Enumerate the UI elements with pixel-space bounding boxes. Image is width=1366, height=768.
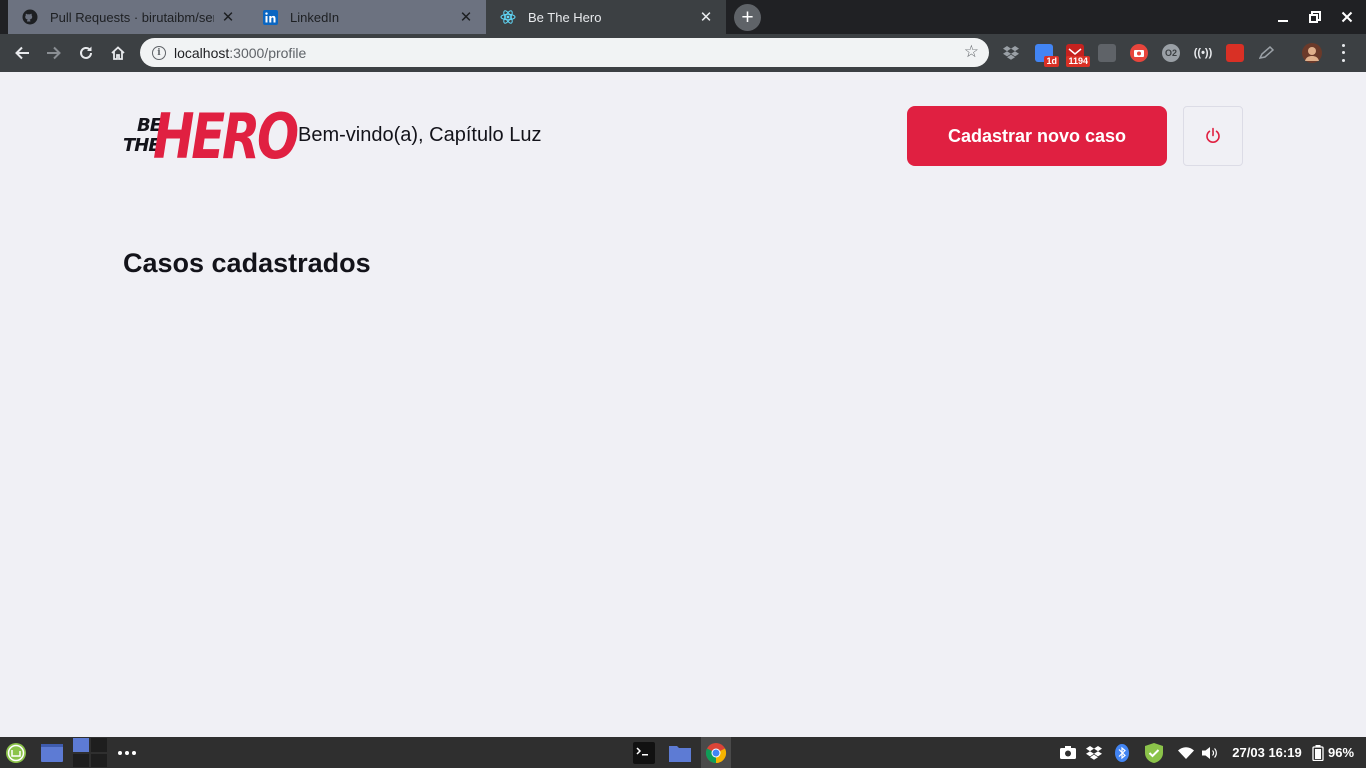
dropbox-tray[interactable] [1084,737,1104,768]
show-desktop-button[interactable] [40,737,64,768]
profile-page: BE THE HERO Bem-vindo(a), Capítulo Luz C… [0,72,1366,737]
app-launcher-button[interactable] [116,737,138,768]
back-arrow-icon [15,46,29,60]
calendar-icon[interactable]: 1d [1035,44,1059,67]
url-host: localhost [174,44,230,61]
tab-title: Pull Requests · birutaibm/sem [50,9,214,25]
o2-icon[interactable]: O2 [1162,44,1180,62]
workspace-switcher[interactable] [72,737,108,768]
close-icon[interactable]: ✕ [458,9,474,26]
screenshot-tray[interactable] [1058,737,1078,768]
ext-red-icon[interactable] [1226,44,1244,62]
workspace-grid-icon [73,738,107,767]
close-icon[interactable]: ✕ [220,9,236,26]
shield-check-icon [1145,742,1163,763]
files-app[interactable] [666,737,694,768]
more-apps-icon [118,750,136,755]
bluetooth-icon [1115,743,1129,762]
update-manager-tray[interactable] [1142,737,1166,768]
pencil-icon [1259,46,1275,59]
ext-pencil-icon[interactable] [1258,44,1276,62]
forward-button[interactable] [39,38,69,68]
ext-folder-icon[interactable] [1098,44,1116,62]
volume-tray[interactable] [1200,737,1220,768]
reload-button[interactable] [71,38,101,68]
tab-be-the-hero[interactable]: Be The Hero ✕ [486,0,726,34]
address-bar[interactable]: i localhost:3000/profile ☆ [140,38,989,67]
wifi-icon [1178,746,1194,759]
minimize-icon [1278,20,1288,22]
minimize-button[interactable] [1267,0,1299,34]
site-info-icon[interactable]: i [152,45,166,60]
reload-icon [80,46,92,59]
new-tab-button[interactable]: + [734,4,761,31]
volume-icon [1202,746,1217,759]
clock-text: 27/03 16:19 [1232,745,1302,760]
close-window-icon [1341,11,1353,23]
back-button[interactable] [7,38,37,68]
tab-title: LinkedIn [290,9,340,25]
tab-pull-requests[interactable]: Pull Requests · birutaibm/sem ✕ [8,0,248,34]
forward-arrow-icon [47,46,61,60]
page-title: Casos cadastrados [123,248,371,278]
browser-toolbar: i localhost:3000/profile ☆ 1d 1194 O2 ((… [0,34,1366,72]
close-window-button[interactable] [1331,0,1363,34]
bookmark-star-icon[interactable]: ☆ [964,42,979,62]
chrome-app[interactable] [701,737,731,768]
battery-tray[interactable]: 96% [1312,737,1364,768]
clock[interactable]: 27/03 16:19 [1226,737,1308,768]
restore-button[interactable] [1299,0,1331,34]
logo-hero: HERO [153,100,299,173]
calendar-badge: 1d [1044,56,1059,67]
battery-icon [1312,744,1324,761]
gmail-icon[interactable]: 1194 [1066,44,1090,67]
camera-icon [1060,746,1076,759]
desktop-icon [41,743,63,762]
home-button[interactable] [103,38,133,68]
dropbox-icon [1003,46,1019,60]
dropbox-icon[interactable] [1002,44,1020,62]
browser-menu-icon[interactable] [1336,42,1350,64]
desktop-taskbar: 27/03 16:19 96% [0,737,1366,768]
browser-tab-bar: Pull Requests · birutaibm/sem ✕ LinkedIn… [0,0,1366,34]
camera-icon [1134,50,1144,57]
broadcast-icon[interactable]: ((•)) [1194,44,1213,62]
terminal-icon [633,741,655,764]
url-path: :3000/profile [229,44,307,61]
wifi-tray[interactable] [1176,737,1196,768]
restore-icon [1309,11,1321,23]
o2-label: O2 [1164,48,1177,58]
start-menu-button[interactable] [4,737,28,768]
folder-icon [669,745,691,762]
chrome-icon [705,742,727,763]
logout-button[interactable] [1183,106,1243,166]
profile-avatar[interactable] [1302,43,1322,63]
tab-title: Be The Hero [528,9,602,25]
gmail-badge: 1194 [1066,56,1090,67]
linkedin-icon [262,9,278,25]
home-icon [111,46,125,60]
github-icon [22,9,38,25]
be-the-hero-logo: BE THE HERO [123,104,299,170]
bluetooth-tray[interactable] [1112,737,1132,768]
new-case-button[interactable]: Cadastrar novo caso [907,106,1167,166]
terminal-app[interactable] [630,737,658,768]
close-icon[interactable]: ✕ [698,9,714,26]
react-icon [500,9,516,25]
screencast-icon[interactable] [1130,44,1148,62]
linux-mint-icon [6,742,26,763]
welcome-message: Bem-vindo(a), Capítulo Luz [298,124,542,146]
avatar-icon [1305,47,1319,61]
dropbox-icon [1086,745,1102,760]
power-icon [1206,127,1220,143]
tab-linkedin[interactable]: LinkedIn ✕ [248,0,486,34]
battery-text: 96% [1328,745,1355,760]
